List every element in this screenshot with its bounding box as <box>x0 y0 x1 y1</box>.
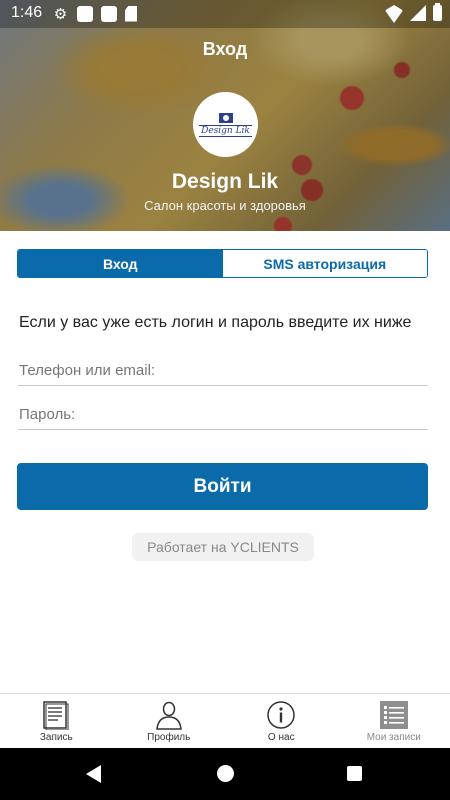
page-title: Вход <box>202 39 248 59</box>
battery-icon <box>433 3 442 21</box>
password-input[interactable] <box>18 400 428 429</box>
home-icon[interactable] <box>217 765 234 782</box>
logo-wordmark: Design Lik <box>199 124 252 137</box>
login-input[interactable] <box>18 356 428 385</box>
salon-logo: Design Lik <box>193 92 258 157</box>
notification-square-icon-2 <box>101 5 117 22</box>
logo-emblem-icon <box>218 112 233 123</box>
screen: 1:46 ⚙ Вход Design Lik Design Lik Салон … <box>0 0 450 800</box>
status-icons-right <box>385 3 442 21</box>
back-icon[interactable] <box>86 765 101 783</box>
status-bar: 1:46 ⚙ <box>0 0 450 28</box>
document-icon <box>41 700 71 730</box>
status-icons-left: ⚙ <box>52 5 137 23</box>
login-field-container <box>18 356 428 386</box>
settings-notification-icon: ⚙ <box>53 5 68 23</box>
person-icon <box>154 700 184 730</box>
nav-label-my-bookings: Мои записи <box>366 732 421 743</box>
login-button[interactable]: Войти <box>17 463 428 510</box>
nav-label-booking: Запись <box>39 732 73 743</box>
salon-subtitle: Салон красоты и здоровья <box>144 198 306 213</box>
system-nav-bar <box>0 748 450 800</box>
recent-apps-icon[interactable] <box>347 766 362 781</box>
wifi-icon <box>385 5 403 21</box>
password-field-container <box>18 400 428 430</box>
bottom-nav: Запись Профиль О нас Мои записи <box>0 693 450 747</box>
notification-square-icon <box>77 5 93 22</box>
powered-by-badge[interactable]: Работает на YCLIENTS <box>132 533 314 561</box>
auth-tabs: Вход SMS авторизация <box>17 249 428 278</box>
nav-item-profile[interactable]: Профиль <box>113 694 226 747</box>
nav-label-about: О нас <box>267 732 295 743</box>
tab-login[interactable]: Вход <box>18 250 223 277</box>
status-time: 1:46 <box>11 4 43 21</box>
nav-label-profile: Профиль <box>147 732 191 743</box>
nav-item-my-bookings[interactable]: Мои записи <box>338 694 450 747</box>
list-icon <box>379 700 409 730</box>
cell-signal-icon <box>410 5 426 21</box>
nav-item-booking[interactable]: Запись <box>0 694 113 747</box>
nav-item-about[interactable]: О нас <box>225 694 338 747</box>
tab-sms-auth[interactable]: SMS авторизация <box>222 250 427 277</box>
info-icon <box>266 700 296 730</box>
sd-card-icon <box>125 5 137 22</box>
salon-name: Design Lik <box>171 170 279 193</box>
header-hero: 1:46 ⚙ Вход Design Lik Design Lik Салон … <box>0 0 450 231</box>
login-instructions: Если у вас уже есть логин и пароль введи… <box>19 314 412 331</box>
